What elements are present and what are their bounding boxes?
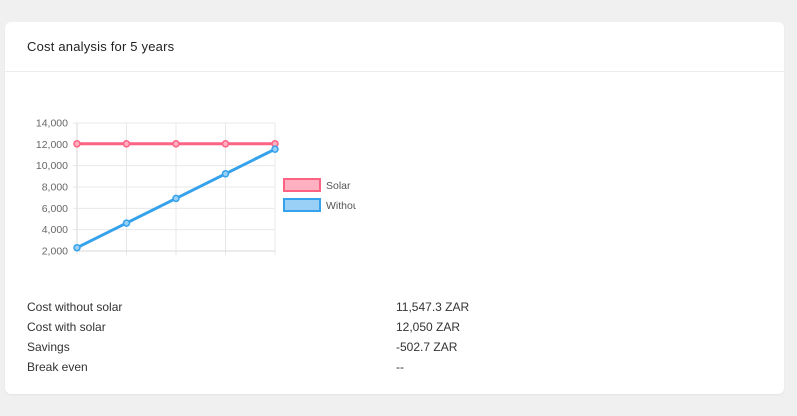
stat-value: 11,547.3 ZAR — [396, 300, 470, 314]
card-title: Cost analysis for 5 years — [27, 39, 175, 54]
stat-row-cost-with-solar: Cost with solar 12,050 ZAR — [27, 317, 767, 337]
data-point — [122, 219, 131, 227]
stat-label: Break even — [27, 360, 88, 374]
data-point — [172, 194, 180, 203]
data-point — [73, 243, 81, 252]
cost-chart: 14,00012,00010,0008,0006,0004,0002,00020… — [5, 72, 784, 275]
y-tick-label: 6,000 — [42, 203, 68, 215]
legend-swatch — [283, 198, 321, 212]
stat-label: Savings — [27, 340, 70, 354]
stat-value: -- — [396, 360, 404, 374]
card-header: Cost analysis for 5 years — [5, 22, 784, 72]
stat-label: Cost without solar — [27, 300, 123, 314]
y-tick-label: 14,000 — [36, 118, 68, 130]
legend-swatch — [283, 178, 321, 192]
data-point — [271, 145, 279, 153]
stat-value: 12,050 ZAR — [396, 320, 461, 334]
y-tick-label: 4,000 — [42, 224, 68, 236]
stat-label: Cost with solar — [27, 320, 106, 334]
data-point — [122, 140, 131, 148]
y-tick-label: 10,000 — [36, 160, 68, 172]
data-point — [221, 170, 230, 178]
cost-analysis-card: Cost analysis for 5 years 14,000 12,000 10… — [5, 22, 784, 394]
data-point — [221, 140, 230, 148]
y-tick-label: 12,000 — [36, 139, 68, 151]
data-point — [172, 140, 180, 148]
stat-row-break-even: Break even -- — [27, 357, 767, 377]
stat-row-savings: Savings -502.7 ZAR — [27, 337, 767, 357]
stat-value: -502.7 ZAR — [396, 340, 458, 354]
stats-list: Cost without solar 11,547.3 ZAR Cost wit… — [27, 297, 767, 377]
y-tick-label: 8,000 — [42, 182, 68, 194]
y-tick-label: 2,000 — [42, 246, 68, 258]
cost-line-chart: 14,00012,00010,0008,0006,0004,0002,00020… — [36, 118, 362, 275]
legend-label: Without — [326, 200, 362, 212]
legend-label: Solar — [326, 180, 351, 192]
stat-row-cost-without-solar: Cost without solar 11,547.3 ZAR — [27, 297, 767, 317]
data-point — [73, 140, 81, 148]
